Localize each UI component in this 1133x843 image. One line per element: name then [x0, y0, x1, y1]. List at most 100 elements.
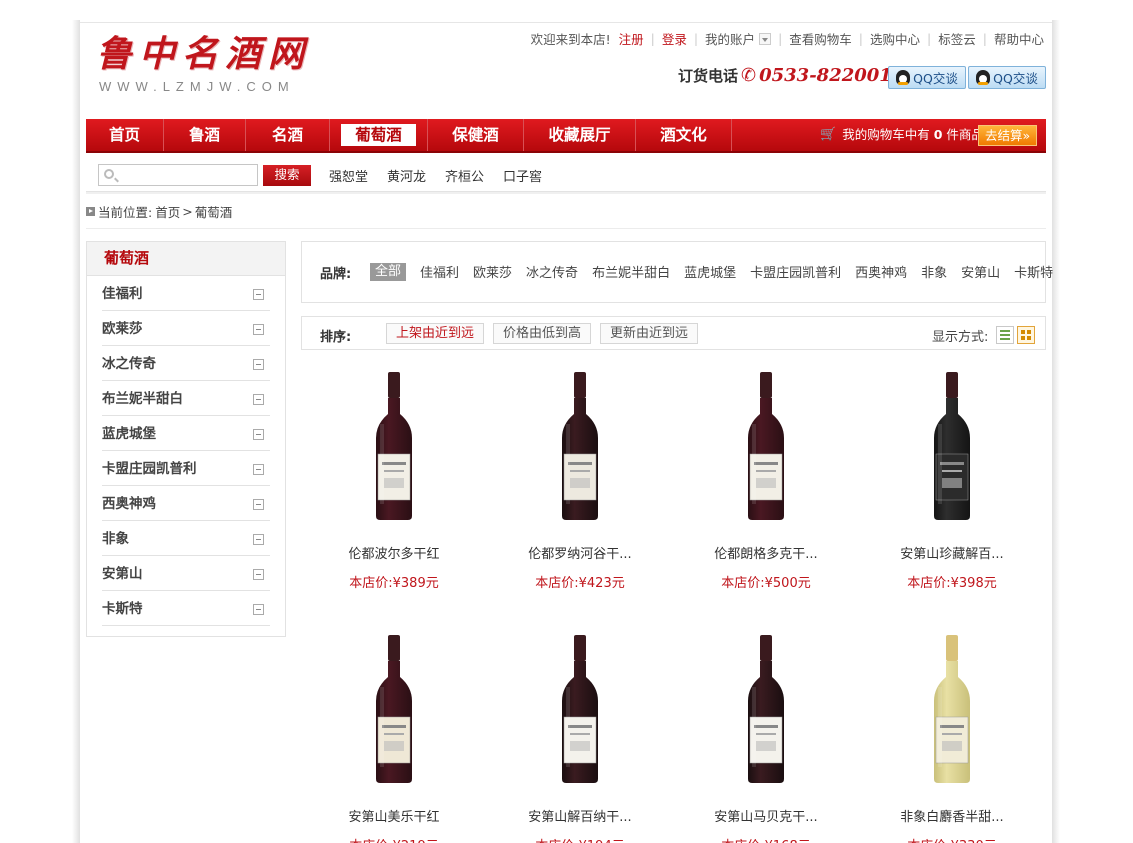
brand-chip[interactable]: 布兰妮半甜白	[592, 262, 670, 281]
search-input[interactable]	[99, 165, 257, 185]
product-price: 本店价:¥500元	[686, 572, 846, 591]
grid-view-icon[interactable]	[1017, 326, 1035, 344]
collapse-icon[interactable]	[253, 324, 264, 335]
tag-cloud-link[interactable]: 标签云	[938, 29, 976, 48]
sidebar-item[interactable]: 布兰妮半甜白	[102, 381, 270, 416]
price-value: ¥500元	[764, 576, 811, 591]
breadcrumb-separator: >	[182, 204, 193, 219]
product-image[interactable]	[706, 631, 826, 791]
search-button[interactable]: 搜索	[263, 164, 311, 186]
product-card[interactable]: 伦都朗格多克干... 本店价:¥500元	[686, 368, 846, 591]
collapse-icon[interactable]	[253, 394, 264, 405]
hot-keyword-link[interactable]: 口子窖	[503, 166, 542, 185]
product-name[interactable]: 安第山马贝克干...	[686, 806, 846, 825]
brand-chip[interactable]: 欧莱莎	[473, 262, 512, 281]
product-card[interactable]: 安第山马贝克干... 本店价:¥168元	[686, 631, 846, 843]
sidebar-item[interactable]: 欧莱莎	[102, 311, 270, 346]
sidebar-item[interactable]: 西奥神鸡	[102, 486, 270, 521]
sidebar-item-label: 冰之传奇	[102, 356, 156, 372]
sort-by-price-button[interactable]: 价格由低到高	[493, 323, 592, 344]
list-view-icon[interactable]	[996, 326, 1014, 344]
product-card[interactable]: 非象白麝香半甜... 本店价:¥330元	[872, 631, 1032, 843]
product-card[interactable]: 安第山解百纳干... 本店价:¥194元	[500, 631, 660, 843]
divider: |	[927, 31, 932, 46]
product-name[interactable]: 伦都朗格多克干...	[686, 543, 846, 562]
product-name[interactable]: 非象白麝香半甜...	[872, 806, 1032, 825]
product-image[interactable]	[892, 631, 1012, 791]
hot-keyword-link[interactable]: 齐桓公	[445, 166, 484, 185]
qq-chat-button[interactable]: QQ交谈	[968, 66, 1046, 89]
product-name[interactable]: 安第山解百纳干...	[500, 806, 660, 825]
chevron-down-icon[interactable]	[759, 33, 772, 45]
nav-item-mingjiu[interactable]: 名酒	[246, 119, 330, 151]
brand-chip[interactable]: 西奥神鸡	[855, 262, 907, 281]
sidebar-item[interactable]: 佳福利	[102, 276, 270, 311]
product-image[interactable]	[334, 631, 454, 791]
sidebar-item[interactable]: 非象	[102, 521, 270, 556]
nav-item-lujiu[interactable]: 鲁酒	[164, 119, 246, 151]
help-link[interactable]: 帮助中心	[994, 29, 1044, 48]
breadcrumb-prefix: 当前位置:	[98, 205, 153, 220]
product-card[interactable]: 伦都波尔多干红 本店价:¥389元	[314, 368, 474, 591]
view-cart-link[interactable]: 查看购物车	[789, 29, 852, 48]
collapse-icon[interactable]	[253, 569, 264, 580]
nav-item-culture[interactable]: 酒文化	[636, 119, 732, 151]
sort-by-newest-button[interactable]: 上架由近到远	[386, 323, 485, 344]
site-logo[interactable]: 鲁中名酒网 WWW.LZMJW.COM	[96, 33, 311, 94]
hot-keyword-link[interactable]: 强恕堂	[329, 166, 368, 185]
sidebar-item[interactable]: 蓝虎城堡	[102, 416, 270, 451]
breadcrumb-home-link[interactable]: 首页	[155, 202, 180, 221]
collapse-icon[interactable]	[253, 429, 264, 440]
collapse-icon[interactable]	[253, 499, 264, 510]
nav-item-collection[interactable]: 收藏展厅	[524, 119, 636, 151]
price-value: ¥330元	[951, 839, 997, 843]
nav-item-home[interactable]: 首页	[86, 119, 164, 151]
product-image[interactable]	[520, 631, 640, 791]
brand-chip[interactable]: 卡斯特	[1014, 262, 1053, 281]
product-name[interactable]: 安第山美乐干红	[314, 806, 474, 825]
sidebar-item[interactable]: 卡斯特	[102, 591, 270, 626]
product-card[interactable]: 安第山珍藏解百... 本店价:¥398元	[872, 368, 1032, 591]
wine-bottle-icon	[748, 372, 784, 520]
brand-chip[interactable]: 非象	[921, 262, 947, 281]
breadcrumb-current[interactable]: 葡萄酒	[195, 202, 233, 221]
brand-chip[interactable]: 蓝虎城堡	[684, 262, 736, 281]
collapse-icon[interactable]	[253, 464, 264, 475]
sort-by-updated-button[interactable]: 更新由近到远	[600, 323, 699, 344]
sidebar-item[interactable]: 安第山	[102, 556, 270, 591]
product-name[interactable]: 伦都罗纳河谷干...	[500, 543, 660, 562]
divider	[86, 228, 1046, 229]
checkout-button[interactable]: 去结算»	[978, 125, 1038, 146]
product-card[interactable]: 安第山美乐干红本店价:¥219元	[314, 631, 474, 843]
collapse-icon[interactable]	[253, 289, 264, 300]
price-label: 本店价:	[349, 576, 393, 591]
brand-chip[interactable]: 冰之传奇	[526, 262, 578, 281]
product-price: 本店价:¥168元	[686, 835, 846, 843]
product-image[interactable]	[706, 368, 826, 528]
brand-chip[interactable]: 佳福利	[420, 262, 459, 281]
collapse-icon[interactable]	[253, 534, 264, 545]
collapse-icon[interactable]	[253, 359, 264, 370]
product-name[interactable]: 伦都波尔多干红	[314, 543, 474, 562]
brand-chip[interactable]: 安第山	[961, 262, 1000, 281]
nav-item-health-wine[interactable]: 保健酒	[428, 119, 524, 151]
brand-chip[interactable]: 全部	[370, 262, 407, 281]
product-image[interactable]	[334, 368, 454, 528]
sidebar-item[interactable]: 卡盟庄园凯普利	[102, 451, 270, 486]
collapse-icon[interactable]	[253, 604, 264, 615]
account-menu[interactable]: 我的账户	[705, 29, 772, 48]
sidebar-item[interactable]: 冰之传奇	[102, 346, 270, 381]
login-link[interactable]: 登录	[662, 29, 687, 48]
product-card[interactable]: 伦都罗纳河谷干... 本店价:¥423元	[500, 368, 660, 591]
product-image[interactable]	[892, 368, 1012, 528]
brand-chip[interactable]: 卡盟庄园凯普利	[750, 262, 841, 281]
buy-center-link[interactable]: 选购中心	[870, 29, 920, 48]
cart-summary[interactable]: 🛒 我的购物车中有 0 件商品	[820, 119, 984, 151]
product-name[interactable]: 安第山珍藏解百...	[872, 543, 1032, 562]
hot-keyword-link[interactable]: 黄河龙	[387, 166, 426, 185]
cart-prefix: 我的购物车中有	[842, 127, 930, 142]
product-image[interactable]	[520, 368, 640, 528]
nav-item-wine[interactable]: 葡萄酒	[330, 119, 428, 151]
qq-chat-button[interactable]: QQ交谈	[888, 66, 966, 89]
register-link[interactable]: 注册	[619, 29, 644, 48]
